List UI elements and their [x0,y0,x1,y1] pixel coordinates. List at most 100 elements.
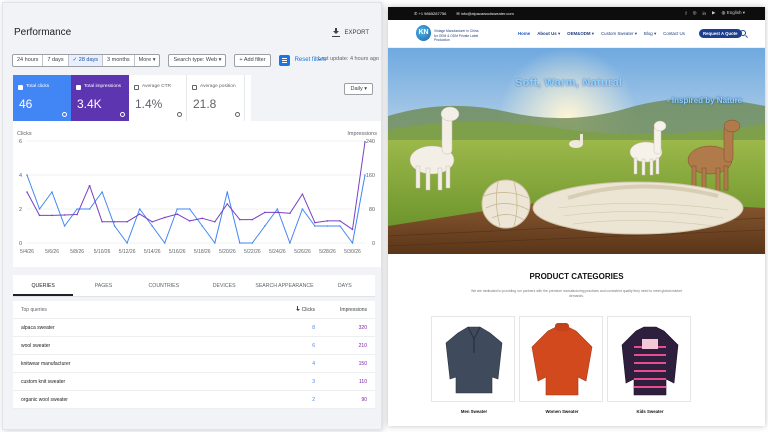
chart-point-clicks [126,242,128,244]
metric-card-total-clicks[interactable]: Total clicks 46 [13,75,71,121]
table-row[interactable]: custom knit sweater 3 110 [13,373,375,391]
language-selector[interactable]: ◍ English ▾ [722,10,745,16]
plus-icon: + [239,56,243,63]
nav-oem-odm[interactable]: OEM&ODM ▾ [567,31,594,37]
metric-card-total-impressions[interactable]: Total impressions 3.4K [71,75,129,121]
impressions-cell: 90 [361,396,367,403]
youtube-icon[interactable]: ▶ [712,10,715,16]
filter-icon[interactable] [278,54,290,66]
women-sweater-image [531,323,593,396]
help-icon[interactable] [62,112,67,117]
chart-point-impressions [176,213,179,215]
website-panel: ✆ +1 9865287756 ✉ info@alpacawoolsweater… [388,7,765,426]
nav-custom-sweater[interactable]: Custom Sweater ▾ [601,31,637,37]
nav-about-us[interactable]: About Us ▾ [537,31,560,37]
women-sweater-neck [555,323,569,331]
chart-point-impressions [326,220,329,222]
chart-point-impressions [163,216,166,219]
metric-value: 3.4K [77,97,102,111]
metric-card-average-ctr[interactable]: Average CTR 1.4% [129,75,187,121]
chart-point-clicks [26,174,28,176]
granularity-select[interactable]: Daily ▾ [344,83,373,95]
table-row[interactable]: organic wool sweater 2 90 [13,391,375,409]
tab-devices[interactable]: DEVICES [194,275,254,296]
brand-logo[interactable]: KN [416,25,431,41]
chart-point-clicks [326,225,329,227]
help-icon[interactable] [235,112,240,117]
granularity-label: Daily [350,86,363,92]
chart-point-impressions [126,220,128,223]
facebook-icon[interactable]: f [685,11,686,16]
table-row[interactable]: alpaca sweater 8 320 [13,319,375,337]
request-quote-button[interactable]: Request A Quote [699,29,742,38]
hero-subtitle: - Inspired by Nature [667,96,743,105]
tab-countries[interactable]: COUNTRIES [134,275,194,296]
tab-search-appearance[interactable]: SEARCH APPEARANCE [254,275,314,296]
report-tabs: QUERIES PAGES COUNTRIES DEVICES SEARCH A… [13,275,375,297]
help-icon[interactable] [177,112,182,117]
chart-x-tick-label: 5/22/26 [244,249,261,255]
chart-point-impressions [76,213,78,216]
chart-point-impressions [201,217,204,220]
tab-days[interactable]: DAYS [315,275,375,296]
nav-contact-us[interactable]: Contact Us [663,31,685,37]
nav-custom-sweater-label: Custom Sweater [601,31,634,36]
screenshot-stage: Performance EXPORT 24 hours 7 days ✓ 28 … [0,0,768,432]
range-24-hours[interactable]: 24 hours [13,54,44,66]
chart-left-tick-label: 4 [19,173,22,179]
query-cell: alpaca sweater [21,324,55,331]
linkedin-icon[interactable]: in [703,11,707,16]
nav-home[interactable]: Home [518,31,530,37]
table-row[interactable]: knitwear manufacturer 4 150 [13,355,375,373]
col-clicks[interactable]: Clicks [275,306,315,313]
search-type-filter[interactable]: Search type: Web ▾ [168,53,227,67]
chart-point-clicks [101,191,103,193]
chart-point-clicks [264,225,266,227]
product-caption[interactable]: Women Sweater [520,409,604,414]
metric-cards: Total clicks 46 Total impressions 3.4K A… [13,75,251,121]
col-impressions[interactable]: Impressions [315,307,375,313]
chart-left-tick-label: 2 [19,207,22,213]
clicks-cell: 2 [312,396,315,403]
product-card-women[interactable]: Women Sweater [519,316,603,414]
chart-point-impressions [188,220,191,222]
product-card-kids[interactable]: Kids Sweater [607,316,691,414]
chart-point-impressions [26,191,28,193]
export-button[interactable]: EXPORT [332,28,369,37]
instagram-icon[interactable]: ◎ [693,10,697,16]
range-28-days[interactable]: ✓ 28 days [68,54,104,66]
chart-x-tick-label: 5/4/26 [20,249,34,255]
product-card-men[interactable]: Men Sweater [431,316,515,414]
product-caption[interactable]: Kids Sweater [608,409,692,414]
language-label: English [726,10,742,15]
chart-right-tick-label: 160 [366,173,375,179]
tab-pages[interactable]: PAGES [73,275,133,296]
chart-x-tick-label: 5/18/26 [194,249,211,255]
search-icon[interactable] [740,30,746,36]
range-7-days[interactable]: 7 days [43,54,69,66]
checkbox-unchecked-icon [134,85,139,90]
performance-chart: Clicks Impressions 0 0 2 80 4 160 6 240 5/4/26 5/6/… [13,121,381,267]
phone-text: +1 9865287756 [418,11,447,16]
nav-blog[interactable]: Blog ▾ [644,31,656,37]
range-more[interactable]: More ▾ [135,55,160,66]
add-filter-button[interactable]: + Add filter [234,53,271,67]
chart-point-impressions [239,218,241,221]
query-cell: organic wool sweater [21,396,68,403]
table-row[interactable]: wool sweater 6 210 [13,337,375,355]
email-link[interactable]: ✉ info@alpacawoolsweater.com [456,11,513,16]
chart-point-clicks [51,191,53,193]
product-caption[interactable]: Men Sweater [432,409,516,414]
performance-line-chart: Clicks Impressions 0 0 2 80 4 160 6 240 5/4/26 5/6/… [17,131,377,255]
chart-x-tick-label: 5/20/26 [219,249,236,255]
metric-card-average-position[interactable]: Average position 21.8 [187,75,245,121]
range-3-months[interactable]: 3 months [103,54,135,66]
hero-banner: Soft, Warm, Natural - Inspired by Nature [388,48,765,254]
col-top-queries[interactable]: Top queries [13,307,275,313]
phone-link[interactable]: ✆ +1 9865287756 [414,11,446,16]
chart-point-impressions [113,220,116,223]
chart-point-impressions [226,203,229,205]
chart-point-clicks [76,208,78,210]
tab-queries[interactable]: QUERIES [13,275,74,296]
help-icon[interactable] [120,112,125,117]
